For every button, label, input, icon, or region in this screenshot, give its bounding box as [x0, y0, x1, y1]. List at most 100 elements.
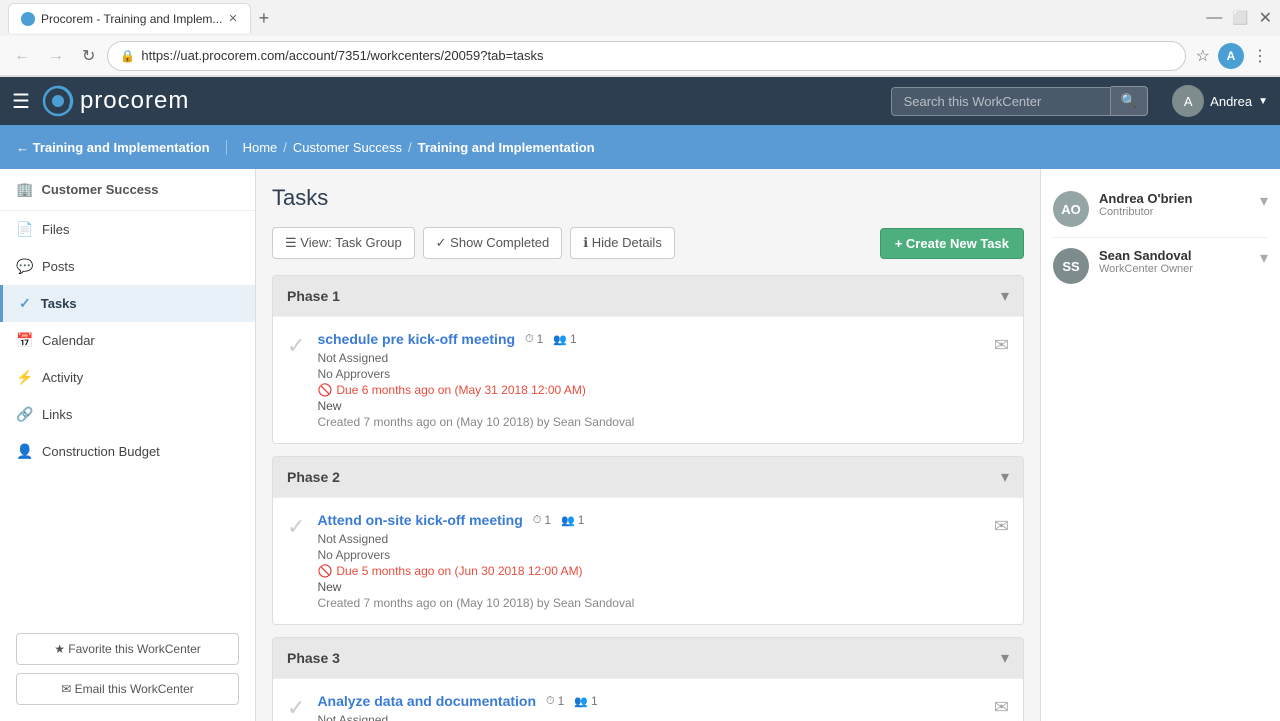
workcenter-icon: 🏢	[16, 181, 33, 198]
sidebar-workcenter: 🏢 Customer Success	[0, 169, 255, 211]
clock-icon: ⏱	[546, 695, 555, 708]
breadcrumb-sep2: /	[408, 140, 412, 155]
task-status: New	[317, 399, 981, 413]
back-nav-btn[interactable]: ←	[8, 43, 36, 69]
contributor-name-andrea: Andrea O'brien	[1099, 191, 1250, 206]
task-item: ✓ Analyze data and documentation ⏱ 1 👥 1	[273, 678, 1023, 721]
task-item: ✓ Attend on-site kick-off meeting ⏱ 1 👥 …	[273, 497, 1023, 624]
email-workcenter-btn[interactable]: ✉ Email this WorkCenter	[16, 673, 239, 705]
sidebar-item-construction-budget[interactable]: 👤 Construction Budget	[0, 433, 255, 470]
main-layout: 🏢 Customer Success 📄 Files 💬 Posts ✓ Tas…	[0, 169, 1280, 721]
breadcrumb-current: Training and Implementation	[418, 140, 595, 155]
clock-icon: ⏱	[525, 333, 534, 346]
contributor-expand-btn-sean[interactable]: ▾	[1260, 248, 1268, 268]
browser-tab[interactable]: Procorem - Training and Implem... ✕	[8, 3, 251, 33]
task-complete-btn[interactable]: ✓	[287, 514, 305, 540]
contributor-info-sean: Sean Sandoval WorkCenter Owner	[1099, 248, 1250, 275]
task-item: ✓ schedule pre kick-off meeting ⏱ 1 👥 1	[273, 316, 1023, 443]
minimize-btn[interactable]: —	[1206, 9, 1222, 27]
browser-menu-btn[interactable]: ⋮	[1248, 42, 1272, 70]
sidebar-item-activity[interactable]: ⚡ Activity	[0, 359, 255, 396]
close-btn[interactable]: ✕	[1259, 8, 1272, 28]
task-content: schedule pre kick-off meeting ⏱ 1 👥 1 No…	[317, 331, 981, 429]
contributor-expand-btn-andrea[interactable]: ▾	[1260, 191, 1268, 211]
construction-budget-icon: 👤	[16, 443, 32, 460]
tasks-check-icon: ✓	[19, 295, 31, 312]
breadcrumb-customer-success[interactable]: Customer Success	[293, 140, 402, 155]
task-complete-btn[interactable]: ✓	[287, 695, 305, 721]
task-created: Created 7 months ago on (May 10 2018) by…	[317, 415, 981, 429]
sidebar-item-calendar[interactable]: 📅 Calendar	[0, 322, 255, 359]
links-icon: 🔗	[16, 406, 32, 423]
files-icon: 📄	[16, 221, 32, 238]
sidebar: 🏢 Customer Success 📄 Files 💬 Posts ✓ Tas…	[0, 169, 256, 721]
hide-details-btn[interactable]: ℹ Hide Details	[570, 227, 675, 259]
maximize-btn[interactable]: ⬜	[1232, 10, 1248, 26]
task-title-row: Analyze data and documentation ⏱ 1 👥 1	[317, 693, 981, 709]
breadcrumb-home[interactable]: Home	[243, 140, 278, 155]
task-title[interactable]: Attend on-site kick-off meeting	[317, 512, 522, 528]
calendar-icon: 📅	[16, 332, 32, 349]
bookmark-btn[interactable]: ☆	[1192, 42, 1214, 70]
sidebar-item-files-label: Files	[42, 222, 69, 237]
forward-nav-btn[interactable]: →	[42, 43, 70, 69]
back-to-training-btn[interactable]: ← Training and Implementation	[16, 140, 227, 155]
contributor-role-sean: WorkCenter Owner	[1099, 263, 1250, 275]
phase3-header[interactable]: Phase 3 ▾	[273, 638, 1023, 678]
contributor-avatar-sean: SS	[1053, 248, 1089, 284]
header-username: Andrea	[1210, 94, 1252, 109]
task-badge-time: ⏱ 1	[546, 694, 564, 708]
people-icon: 👥	[561, 514, 575, 527]
url-text: https://uat.procorem.com/account/7351/wo…	[141, 48, 1172, 63]
task-complete-btn[interactable]: ✓	[287, 333, 305, 359]
phase2-header[interactable]: Phase 2 ▾	[273, 457, 1023, 497]
refresh-btn[interactable]: ↻	[76, 42, 101, 70]
show-completed-btn[interactable]: ✓ Show Completed	[423, 227, 563, 259]
sidebar-item-links[interactable]: 🔗 Links	[0, 396, 255, 433]
new-tab-button[interactable]: +	[251, 8, 278, 29]
phase1-title: Phase 1	[287, 288, 340, 304]
sidebar-item-posts-label: Posts	[42, 259, 75, 274]
phase3-section: Phase 3 ▾ ✓ Analyze data and documentati…	[272, 637, 1024, 721]
hamburger-btn[interactable]: ☰	[12, 89, 30, 114]
view-task-group-btn[interactable]: ☰ View: Task Group	[272, 227, 415, 259]
task-assigned: Not Assigned	[317, 532, 981, 546]
procorem-logo: procorem	[42, 85, 189, 117]
sidebar-item-construction-budget-label: Construction Budget	[42, 444, 160, 459]
tab-close-btn[interactable]: ✕	[228, 12, 237, 25]
clock-icon: ⏱	[533, 514, 542, 527]
right-panel: AO Andrea O'brien Contributor ▾ SS Sean …	[1040, 169, 1280, 721]
favorite-workcenter-btn[interactable]: ★ Favorite this WorkCenter	[16, 633, 239, 665]
contributor-avatar-andrea: AO	[1053, 191, 1089, 227]
contributor-card-andrea: AO Andrea O'brien Contributor ▾	[1053, 181, 1268, 238]
lock-icon: 🔒	[120, 49, 135, 63]
task-email-btn[interactable]: ✉	[994, 335, 1009, 356]
phase1-header[interactable]: Phase 1 ▾	[273, 276, 1023, 316]
task-title[interactable]: Analyze data and documentation	[317, 693, 536, 709]
people-icon: 👥	[553, 333, 567, 346]
search-btn[interactable]: 🔍	[1111, 86, 1149, 116]
task-title-row: Attend on-site kick-off meeting ⏱ 1 👥 1	[317, 512, 981, 528]
task-email-btn[interactable]: ✉	[994, 516, 1009, 537]
task-badge-time: ⏱ 1	[525, 332, 543, 346]
task-assigned: Not Assigned	[317, 351, 981, 365]
sidebar-item-files[interactable]: 📄 Files	[0, 211, 255, 248]
task-approvers: No Approvers	[317, 367, 981, 381]
page-title: Tasks	[272, 185, 1024, 211]
activity-icon: ⚡	[16, 369, 32, 386]
header-user[interactable]: A Andrea ▼	[1172, 85, 1268, 117]
tab-title: Procorem - Training and Implem...	[41, 12, 222, 26]
search-input[interactable]	[891, 87, 1111, 116]
content-area: Tasks ☰ View: Task Group ✓ Show Complete…	[256, 169, 1040, 721]
task-title-row: schedule pre kick-off meeting ⏱ 1 👥 1	[317, 331, 981, 347]
sidebar-item-tasks[interactable]: ✓ Tasks	[0, 285, 255, 322]
sidebar-item-posts[interactable]: 💬 Posts	[0, 248, 255, 285]
task-due-date: 🚫 Due 5 months ago on (Jun 30 2018 12:00…	[317, 564, 981, 578]
task-title[interactable]: schedule pre kick-off meeting	[317, 331, 515, 347]
task-email-btn[interactable]: ✉	[994, 697, 1009, 718]
browser-user-avatar[interactable]: A	[1218, 43, 1244, 69]
url-bar[interactable]: 🔒 https://uat.procorem.com/account/7351/…	[107, 41, 1185, 71]
sidebar-footer: ★ Favorite this WorkCenter ✉ Email this …	[0, 617, 255, 721]
create-new-task-btn[interactable]: + Create New Task	[880, 228, 1024, 259]
people-icon: 👥	[574, 695, 588, 708]
